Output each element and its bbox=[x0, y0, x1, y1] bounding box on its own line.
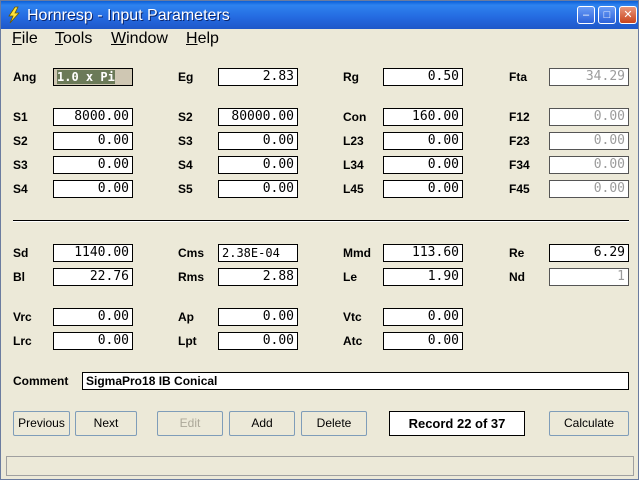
label-s4: S4 bbox=[13, 182, 28, 196]
field-lrc[interactable]: 0.00 bbox=[53, 332, 133, 350]
previous-button[interactable]: Previous bbox=[13, 411, 70, 436]
menu-window[interactable]: Window bbox=[111, 30, 168, 48]
label-s2: S2 bbox=[13, 134, 28, 148]
field-s4[interactable]: 0.00 bbox=[53, 180, 133, 198]
label-vrc: Vrc bbox=[13, 310, 32, 324]
label-re: Re bbox=[509, 246, 525, 260]
label-cms: Cms bbox=[178, 246, 205, 260]
label-atc: Atc bbox=[343, 334, 363, 348]
field-vrc[interactable]: 0.00 bbox=[53, 308, 133, 326]
title-bar[interactable]: Hornresp - Input Parameters – □ ✕ bbox=[1, 1, 638, 29]
add-button[interactable]: Add bbox=[229, 411, 295, 436]
field-f34: 0.00 bbox=[549, 156, 629, 174]
field-cms[interactable]: 2.38E-04 bbox=[218, 244, 298, 262]
label-eg: Eg bbox=[178, 70, 194, 84]
menu-bar: File Tools Window Help bbox=[1, 29, 638, 49]
delete-button[interactable]: Delete bbox=[301, 411, 367, 436]
label-l23: L23 bbox=[343, 134, 364, 148]
label-lrc: Lrc bbox=[13, 334, 32, 348]
field-re[interactable]: 6.29 bbox=[549, 244, 629, 262]
label-s4-throat: S4 bbox=[178, 158, 193, 172]
field-eg[interactable]: 2.83 bbox=[218, 68, 298, 86]
field-bl[interactable]: 22.76 bbox=[53, 268, 133, 286]
field-s3[interactable]: 0.00 bbox=[53, 156, 133, 174]
comment-field[interactable]: SigmaPro18 IB Conical bbox=[82, 372, 629, 390]
window-title: Hornresp - Input Parameters bbox=[27, 7, 230, 24]
label-sd: Sd bbox=[13, 246, 29, 260]
menu-file[interactable]: File bbox=[12, 30, 38, 48]
label-bl: Bl bbox=[13, 270, 25, 284]
menu-help[interactable]: Help bbox=[186, 30, 219, 48]
field-s5[interactable]: 0.00 bbox=[218, 180, 298, 198]
field-l34[interactable]: 0.00 bbox=[383, 156, 463, 174]
label-lpt: Lpt bbox=[178, 334, 197, 348]
status-bar bbox=[6, 456, 634, 476]
field-s4-throat[interactable]: 0.00 bbox=[218, 156, 298, 174]
field-ang-value: 1.0 x Pi bbox=[57, 70, 115, 84]
label-comment: Comment bbox=[13, 374, 69, 388]
label-f12: F12 bbox=[509, 110, 530, 124]
field-l23[interactable]: 0.00 bbox=[383, 132, 463, 150]
field-f45: 0.00 bbox=[549, 180, 629, 198]
field-s2[interactable]: 0.00 bbox=[53, 132, 133, 150]
label-f34: F34 bbox=[509, 158, 530, 172]
field-s3-throat[interactable]: 0.00 bbox=[218, 132, 298, 150]
field-atc[interactable]: 0.00 bbox=[383, 332, 463, 350]
menu-tools[interactable]: Tools bbox=[55, 30, 92, 48]
field-ap[interactable]: 0.00 bbox=[218, 308, 298, 326]
field-ang[interactable]: 1.0 x Pi bbox=[53, 68, 133, 86]
maximize-button[interactable]: □ bbox=[598, 6, 616, 24]
field-fta: 34.29 bbox=[549, 68, 629, 86]
calculate-button[interactable]: Calculate bbox=[549, 411, 629, 436]
field-sd[interactable]: 1140.00 bbox=[53, 244, 133, 262]
label-con: Con bbox=[343, 110, 367, 124]
field-vtc[interactable]: 0.00 bbox=[383, 308, 463, 326]
label-nd: Nd bbox=[509, 270, 525, 284]
label-l34: L34 bbox=[343, 158, 364, 172]
field-lpt[interactable]: 0.00 bbox=[218, 332, 298, 350]
minimize-button[interactable]: – bbox=[577, 6, 595, 24]
field-le[interactable]: 1.90 bbox=[383, 268, 463, 286]
field-nd: 1 bbox=[549, 268, 629, 286]
record-indicator: Record 22 of 37 bbox=[389, 411, 525, 436]
field-s2-throat[interactable]: 80000.00 bbox=[218, 108, 298, 126]
label-s3-throat: S3 bbox=[178, 134, 193, 148]
label-s2-throat: S2 bbox=[178, 110, 193, 124]
field-f23: 0.00 bbox=[549, 132, 629, 150]
label-rms: Rms bbox=[178, 270, 205, 284]
label-s5: S5 bbox=[178, 182, 193, 196]
label-mmd: Mmd bbox=[343, 246, 371, 260]
label-s3: S3 bbox=[13, 158, 28, 172]
field-rg[interactable]: 0.50 bbox=[383, 68, 463, 86]
label-f45: F45 bbox=[509, 182, 530, 196]
section-divider bbox=[13, 220, 629, 222]
label-l45: L45 bbox=[343, 182, 364, 196]
lightning-app-icon[interactable] bbox=[6, 6, 22, 24]
field-rms[interactable]: 2.88 bbox=[218, 268, 298, 286]
app-window: Hornresp - Input Parameters – □ ✕ File T… bbox=[0, 0, 639, 480]
field-mmd[interactable]: 113.60 bbox=[383, 244, 463, 262]
next-button[interactable]: Next bbox=[75, 411, 137, 436]
label-ang: Ang bbox=[13, 70, 37, 84]
field-s1[interactable]: 8000.00 bbox=[53, 108, 133, 126]
label-ap: Ap bbox=[178, 310, 194, 324]
label-vtc: Vtc bbox=[343, 310, 362, 324]
close-button[interactable]: ✕ bbox=[619, 6, 637, 24]
label-s1: S1 bbox=[13, 110, 28, 124]
edit-button: Edit bbox=[157, 411, 223, 436]
label-f23: F23 bbox=[509, 134, 530, 148]
field-f12: 0.00 bbox=[549, 108, 629, 126]
label-fta: Fta bbox=[509, 70, 527, 84]
label-le: Le bbox=[343, 270, 358, 284]
label-rg: Rg bbox=[343, 70, 359, 84]
field-l45[interactable]: 0.00 bbox=[383, 180, 463, 198]
field-con[interactable]: 160.00 bbox=[383, 108, 463, 126]
